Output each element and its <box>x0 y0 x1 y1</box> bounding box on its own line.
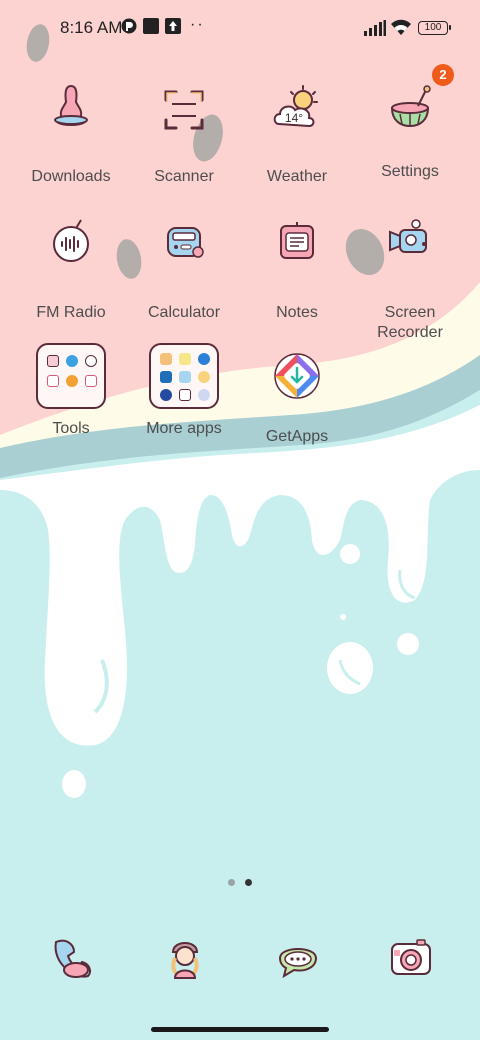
screen-recorder-icon <box>389 219 427 253</box>
app-label: Tools <box>52 420 90 437</box>
phone-icon[interactable] <box>48 934 96 982</box>
app-label: Settings <box>381 163 439 180</box>
square-notification-icon <box>143 18 159 34</box>
folder-more-apps[interactable]: More apps <box>128 340 240 439</box>
messages-icon[interactable] <box>274 934 322 982</box>
folder-tools[interactable]: Tools <box>15 340 127 439</box>
app-label: Weather <box>266 168 328 185</box>
tools-folder-icon <box>36 343 106 409</box>
wifi-icon <box>391 19 411 35</box>
app-calculator[interactable]: Calculator <box>128 216 240 323</box>
settings-icon-wrap: 2 <box>374 64 454 152</box>
fm-radio-icon <box>53 219 89 262</box>
battery-icon: 100 <box>418 21 451 35</box>
notification-badge: 2 <box>432 64 454 86</box>
app-label: FM Radio <box>36 304 106 321</box>
app-settings[interactable]: 2 Settings <box>354 64 466 182</box>
app-label: Notes <box>276 304 318 321</box>
page-dot-1[interactable] <box>228 879 235 886</box>
app-notification-icon <box>121 18 137 34</box>
signal-icon <box>364 20 386 36</box>
camera-icon[interactable] <box>387 934 435 982</box>
app-notes[interactable]: Notes <box>241 216 353 323</box>
app-label: Downloads <box>31 168 111 185</box>
app-label: Screen Recorder <box>377 304 443 341</box>
weather-icon: 14° <box>273 85 318 128</box>
app-downloads[interactable]: Downloads <box>15 80 127 187</box>
app-weather[interactable]: 14° Weather <box>241 80 353 187</box>
app-getapps[interactable]: GetApps <box>241 340 353 447</box>
status-time: 8:16 AM <box>60 18 123 37</box>
weather-temp: 14° <box>285 111 303 125</box>
more-apps-folder-icon <box>149 343 219 409</box>
app-label: Scanner <box>154 168 214 185</box>
home-gesture-bar[interactable] <box>151 1027 329 1032</box>
app-screen-recorder[interactable]: Screen Recorder <box>354 216 466 343</box>
downloads-icon <box>54 84 88 126</box>
contacts-icon[interactable] <box>161 934 209 982</box>
app-label: Calculator <box>147 304 221 321</box>
app-scanner[interactable]: Scanner <box>128 80 240 187</box>
calculator-icon <box>167 227 204 258</box>
notes-icon <box>280 222 314 259</box>
status-bar: 8:16 AM ·· 100 <box>0 0 480 56</box>
app-fm-radio[interactable]: FM Radio <box>15 216 127 323</box>
settings-icon <box>390 85 431 128</box>
upload-notification-icon <box>165 18 181 34</box>
app-label: More apps <box>146 420 222 437</box>
page-dot-2-current[interactable] <box>245 879 252 886</box>
app-label: GetApps <box>265 428 329 445</box>
getapps-icon <box>274 353 320 399</box>
scanner-icon <box>164 90 204 130</box>
more-notifications-icon: ·· <box>190 16 205 33</box>
